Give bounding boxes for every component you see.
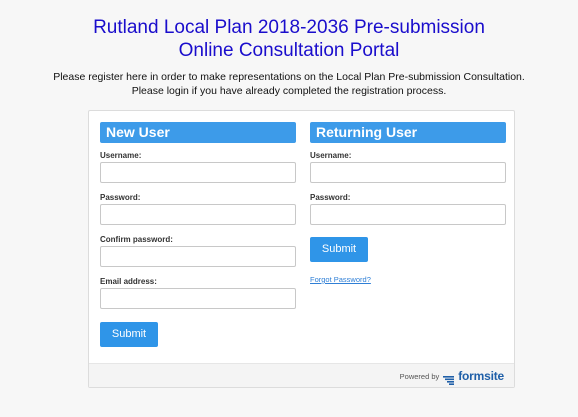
new-user-submit-button[interactable]: Submit [100,322,158,347]
returning-user-password-label: Password: [310,193,351,202]
returning-user-password-input[interactable] [310,204,506,225]
powered-by-text: Powered by [399,371,440,381]
formsite-logo-icon [443,372,455,385]
new-user-username-label: Username: [100,151,142,160]
new-user-password-label: Password: [100,193,141,202]
page-title: Rutland Local Plan 2018-2036 Pre-submiss… [0,16,578,62]
returning-user-username-label: Username: [310,151,352,160]
intro-line-1: Please register here in order to make re… [53,71,525,83]
formsite-brand-name: formsite [458,369,504,383]
intro-line-2: Please login if you have already complet… [131,85,447,97]
new-user-section: New User Username: Password: Confirm pas… [100,122,296,347]
page-title-line-1: Rutland Local Plan 2018-2036 Pre-submiss… [93,17,485,38]
returning-user-submit-button[interactable]: Submit [310,237,368,262]
returning-user-section: Returning User Username: Password: Submi… [310,122,506,284]
confirm-password-label: Confirm password: [100,235,173,244]
intro-text: Please register here in order to make re… [0,70,578,98]
returning-user-username-input[interactable] [310,162,506,183]
form-footer: Powered by formsite [89,363,514,387]
email-label: Email address: [100,277,157,286]
powered-by-badge[interactable]: Powered by formsite [399,369,504,385]
page-title-line-2: Online Consultation Portal [178,40,400,61]
new-user-heading: New User [100,122,296,143]
new-user-password-input[interactable] [100,204,296,225]
email-input[interactable] [100,288,296,309]
form-card: New User Username: Password: Confirm pas… [88,110,515,388]
confirm-password-input[interactable] [100,246,296,267]
forgot-password-link[interactable]: Forgot Password? [310,275,506,284]
returning-user-heading: Returning User [310,122,506,143]
new-user-username-input[interactable] [100,162,296,183]
